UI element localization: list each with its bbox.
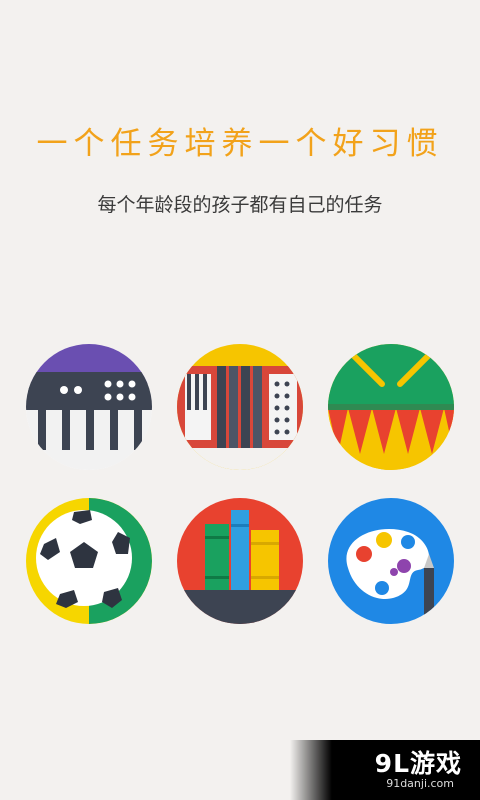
synthesizer-icon[interactable] xyxy=(26,344,152,470)
watermark-url: 91danji.com xyxy=(386,777,454,790)
page-title: 一个任务培养一个好习惯 xyxy=(36,126,444,162)
drum-icon[interactable] xyxy=(328,344,454,470)
books-icon[interactable] xyxy=(177,498,303,624)
page-subtitle: 每个年龄段的孩子都有自己的任务 xyxy=(97,194,383,216)
watermark-logo: 9L游戏 xyxy=(374,749,462,778)
watermark-banner: 9L游戏 91danji.com xyxy=(290,740,480,800)
paint-palette-icon[interactable] xyxy=(328,498,454,624)
accordion-icon[interactable] xyxy=(177,344,303,470)
soccer-ball-icon[interactable] xyxy=(26,498,152,624)
